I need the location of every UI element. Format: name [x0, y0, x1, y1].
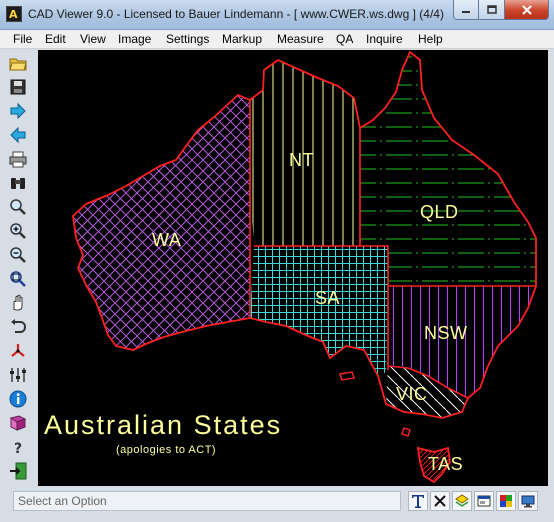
svg-text:?: ?	[14, 441, 22, 456]
window-controls	[453, 0, 549, 21]
layer-button[interactable]	[452, 491, 472, 511]
menu-markup[interactable]: Markup	[222, 32, 262, 46]
monitor-button[interactable]	[518, 491, 538, 511]
menu-view[interactable]: View	[80, 32, 106, 46]
layers-toggle-icon	[10, 368, 26, 382]
zoom-in-button[interactable]	[7, 220, 29, 242]
book-icon	[9, 415, 27, 431]
menu-image[interactable]: Image	[118, 32, 151, 46]
label-nt: NT	[289, 150, 314, 170]
zoom-button[interactable]	[7, 196, 29, 218]
text-tool-icon	[412, 495, 424, 508]
menu-file[interactable]: File	[13, 32, 32, 46]
info-button[interactable]	[7, 388, 29, 410]
zoom-extents-button[interactable]	[7, 268, 29, 290]
binoculars-icon	[11, 178, 25, 189]
label-qld: QLD	[420, 202, 459, 222]
monitor-icon	[521, 495, 535, 508]
close-button[interactable]	[505, 0, 549, 20]
menu-measure[interactable]: Measure	[277, 32, 324, 46]
drawing-subtitle: (apologies to ACT)	[116, 444, 217, 456]
label-vic: VIC	[396, 384, 428, 404]
zoom-out-icon	[10, 247, 26, 263]
bass-strait-island	[401, 427, 411, 437]
exit-icon	[10, 462, 27, 480]
title-bar: A CAD Viewer 9.0 - Licensed to Bauer Lin…	[0, 0, 554, 30]
minimize-button[interactable]	[453, 0, 479, 20]
text-button[interactable]	[408, 491, 428, 511]
menu-settings[interactable]: Settings	[166, 32, 209, 46]
menu-qa[interactable]: QA	[336, 32, 353, 46]
menu-inquire[interactable]: Inquire	[366, 32, 403, 46]
menu-bar: File Edit View Image Settings Markup Mea…	[0, 30, 554, 49]
colors-button[interactable]	[496, 491, 516, 511]
layers-button[interactable]	[7, 364, 29, 386]
open-button[interactable]	[7, 52, 29, 74]
minimize-icon	[462, 10, 470, 13]
save-button[interactable]	[7, 76, 29, 98]
layer-icon	[455, 494, 469, 507]
print-button[interactable]	[7, 148, 29, 170]
label-sa: SA	[315, 288, 341, 308]
zoom-in-icon	[10, 223, 26, 239]
menu-edit[interactable]: Edit	[45, 32, 66, 46]
window-title: CAD Viewer 9.0 - Licensed to Bauer Linde…	[28, 7, 444, 21]
previous-button[interactable]	[7, 124, 29, 146]
label-wa: WA	[152, 230, 182, 250]
find-button[interactable]	[7, 172, 29, 194]
window-button[interactable]	[474, 491, 494, 511]
status-bar: Select an Option	[0, 487, 554, 522]
command-prompt[interactable]: Select an Option	[13, 491, 401, 511]
left-toolbar: ?	[4, 52, 32, 486]
help-button[interactable]: ?	[7, 436, 29, 458]
info-icon	[9, 390, 27, 408]
open-folder-icon	[9, 58, 27, 71]
pan-hand-icon	[13, 294, 23, 311]
maximize-button[interactable]	[479, 0, 505, 20]
colors-icon	[500, 495, 512, 507]
close-x-icon	[434, 495, 446, 507]
drawing-title: Australian States	[44, 410, 283, 440]
axis-button[interactable]	[7, 340, 29, 362]
undo-button[interactable]	[7, 316, 29, 338]
zoom-extents-icon	[10, 271, 26, 287]
close-x-button[interactable]	[430, 491, 450, 511]
window-icon	[477, 495, 491, 507]
axis-icon	[11, 344, 25, 357]
menu-help[interactable]: Help	[418, 32, 443, 46]
drawing-canvas[interactable]: WA NT QLD SA NSW VIC TAS Australian Stat…	[38, 50, 548, 486]
next-arrow-icon	[10, 102, 26, 120]
exit-button[interactable]	[7, 460, 29, 482]
help-question-icon: ?	[14, 441, 22, 456]
print-icon	[9, 151, 27, 168]
zoom-out-button[interactable]	[7, 244, 29, 266]
save-disk-icon	[10, 79, 26, 95]
undo-arrow-icon	[11, 319, 27, 333]
pan-button[interactable]	[7, 292, 29, 314]
next-button[interactable]	[7, 100, 29, 122]
label-tas: TAS	[428, 454, 464, 474]
book-button[interactable]	[7, 412, 29, 434]
close-icon	[521, 4, 532, 15]
kangaroo-island	[339, 371, 355, 381]
maximize-icon	[486, 5, 497, 14]
previous-arrow-icon	[10, 126, 26, 144]
label-nsw: NSW	[424, 323, 468, 343]
zoom-magnifier-icon	[10, 199, 26, 215]
app-icon: A	[6, 6, 22, 22]
